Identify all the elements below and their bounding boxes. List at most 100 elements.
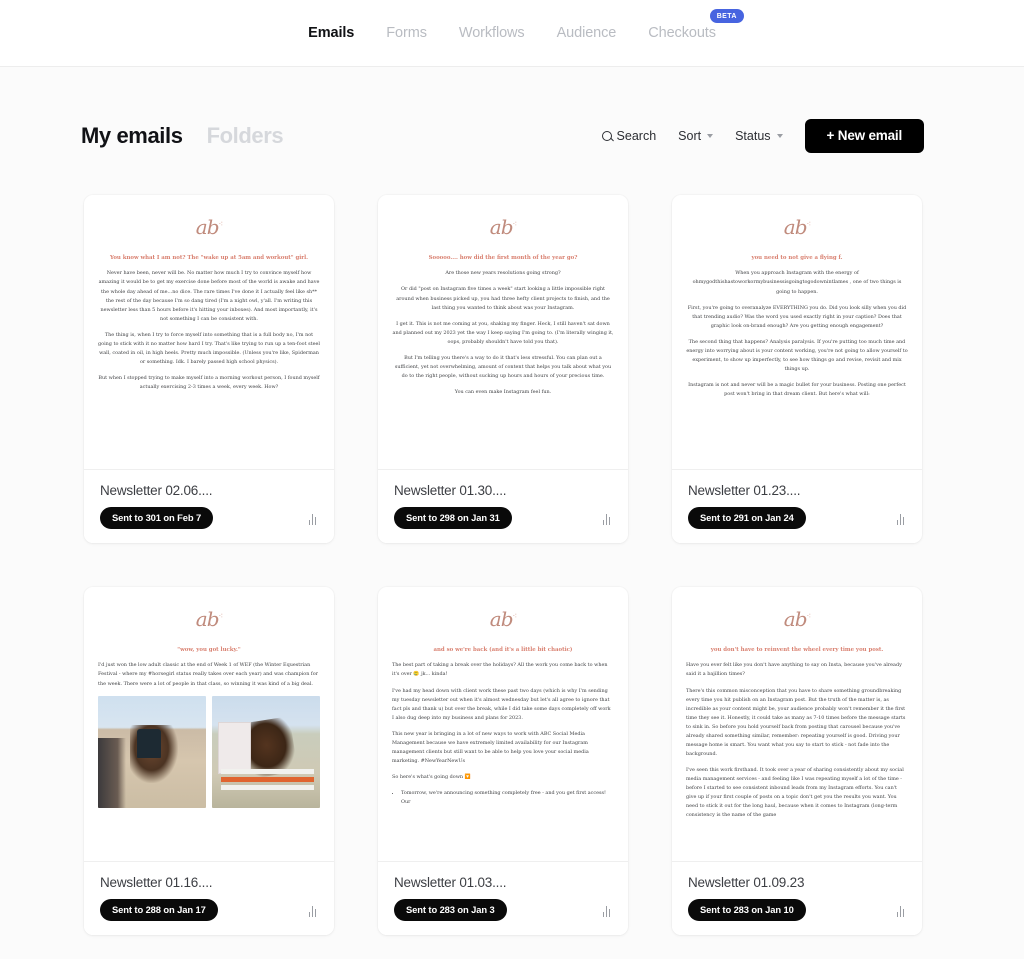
- chevron-down-icon: [707, 134, 714, 138]
- email-card-footer: Newsletter 01.16.... Sent to 288 on Jan …: [84, 861, 334, 935]
- email-card[interactable]: ab⁖ and so we're back (and it's a little…: [378, 587, 628, 935]
- preview-paragraph: Instagram is not and never will be a mag…: [688, 382, 906, 398]
- preview-paragraph: The thing is, when I try to force myself…: [98, 331, 320, 365]
- preview-paragraph: But I'm telling you there's a way to do …: [394, 354, 612, 379]
- nav-item-audience[interactable]: Audience: [557, 25, 617, 41]
- sort-label: Sort: [678, 129, 702, 143]
- logo-mark: ab: [783, 215, 808, 239]
- nav-item-checkouts-wrapper: Checkouts BETA: [648, 9, 744, 42]
- status-badge: Sent to 301 on Feb 7: [100, 507, 214, 529]
- email-preview: ab⁖ You know what I am not? The "wake up…: [84, 195, 334, 470]
- page-header: My emails Folders Search Sort Status + N…: [0, 67, 1024, 153]
- logo-sparkle-icon: ⁖: [806, 611, 812, 621]
- logo-sparkle-icon: ⁖: [218, 611, 224, 621]
- email-card-footer: Newsletter 01.23.... Sent to 291 on Jan …: [672, 469, 922, 543]
- analytics-bar-chart-icon[interactable]: [896, 512, 906, 525]
- email-card[interactable]: ab⁖ You know what I am not? The "wake up…: [84, 195, 334, 543]
- preview-photo-row: [98, 695, 320, 808]
- beta-badge: BETA: [709, 9, 744, 23]
- email-title: Newsletter 02.06....: [100, 483, 213, 499]
- top-navigation-bar: Emails Forms Workflows Audience Checkout…: [0, 0, 1024, 67]
- nav-item-checkouts[interactable]: Checkouts: [648, 25, 716, 41]
- preview-paragraph-highlight: You can even make Instagram feel fun.: [454, 389, 552, 395]
- analytics-bar-chart-icon[interactable]: [308, 512, 318, 525]
- brand-logo: ab⁖: [392, 217, 614, 237]
- page-title: My emails: [81, 123, 183, 148]
- nav-item-forms[interactable]: Forms: [386, 25, 427, 41]
- preview-paragraph: First, you're going to overanalyze EVERY…: [687, 304, 907, 329]
- email-footer-row: Sent to 291 on Jan 24: [688, 507, 906, 529]
- sort-dropdown[interactable]: Sort: [678, 129, 714, 143]
- brand-logo: ab⁖: [392, 609, 614, 629]
- analytics-bar-chart-icon[interactable]: [602, 512, 612, 525]
- search-button[interactable]: Search: [601, 129, 657, 143]
- status-badge: Sent to 283 on Jan 3: [394, 899, 507, 921]
- logo-sparkle-icon: ⁖: [218, 219, 224, 229]
- email-title: Newsletter 01.03....: [394, 875, 507, 891]
- email-card-footer: Newsletter 02.06.... Sent to 301 on Feb …: [84, 469, 334, 543]
- analytics-bar-chart-icon[interactable]: [896, 904, 906, 917]
- nav-items: Emails Forms Workflows Audience Checkout…: [308, 9, 744, 42]
- preview-paragraph: Never have been, never will be. No matte…: [98, 270, 320, 322]
- preview-heading: Sooooo.... how did the first month of th…: [428, 255, 578, 261]
- nav-item-workflows[interactable]: Workflows: [459, 25, 525, 41]
- logo-mark: ab: [783, 607, 808, 631]
- preview-paragraph: The best part of taking a break over the…: [392, 662, 608, 678]
- logo-sparkle-icon: ⁖: [512, 219, 518, 229]
- preview-heading: You know what I am not? The "wake up at …: [109, 255, 309, 261]
- search-label: Search: [616, 129, 657, 143]
- email-preview: ab⁖ "wow, you got lucky." I'd just won t…: [84, 587, 334, 862]
- preview-paragraph: This new year is bringing in a lot of ne…: [392, 730, 589, 764]
- chevron-down-icon: [776, 134, 783, 138]
- crowd-shape: [98, 738, 127, 808]
- email-card-footer: Newsletter 01.30.... Sent to 298 on Jan …: [378, 469, 628, 543]
- brand-logo: ab⁖: [686, 609, 908, 629]
- preview-heading: and so we're back (and it's a little bit…: [433, 647, 573, 653]
- logo-mark: ab: [489, 607, 514, 631]
- email-preview: ab⁖ you need to not give a flying f. Whe…: [672, 195, 922, 470]
- email-card-grid: ab⁖ You know what I am not? The "wake up…: [0, 153, 1024, 935]
- logo-sparkle-icon: ⁖: [512, 611, 518, 621]
- preview-paragraph: The second thing that happens? Analysis …: [686, 338, 908, 372]
- email-card[interactable]: ab⁖ you need to not give a flying f. Whe…: [672, 195, 922, 543]
- preview-paragraph: Or did "post on Instagram five times a w…: [396, 286, 610, 311]
- preview-paragraph: So here's what's going down 🔽: [392, 774, 471, 780]
- nav-item-emails[interactable]: Emails: [308, 25, 354, 41]
- logo-sparkle-icon: ⁖: [806, 219, 812, 229]
- status-badge: Sent to 291 on Jan 24: [688, 507, 806, 529]
- analytics-bar-chart-icon[interactable]: [308, 904, 318, 917]
- tab-folders[interactable]: Folders: [207, 123, 284, 149]
- preview-paragraph: Have you ever felt like you don't have a…: [686, 662, 902, 678]
- email-card[interactable]: ab⁖ "wow, you got lucky." I'd just won t…: [84, 587, 334, 935]
- status-dropdown[interactable]: Status: [735, 129, 783, 143]
- preview-paragraph: But when I stopped trying to make myself…: [98, 375, 320, 391]
- email-title: Newsletter 01.09.23: [688, 875, 805, 891]
- preview-paragraph: I've seen this work firsthand. It took o…: [686, 767, 904, 819]
- email-card[interactable]: ab⁖ Sooooo.... how did the first month o…: [378, 195, 628, 543]
- email-title: Newsletter 01.23....: [688, 483, 801, 499]
- email-card[interactable]: ab⁖ you don't have to reinvent the wheel…: [672, 587, 922, 935]
- logo-mark: ab: [195, 215, 220, 239]
- analytics-bar-chart-icon[interactable]: [602, 904, 612, 917]
- email-footer-row: Sent to 283 on Jan 10: [688, 899, 906, 921]
- email-footer-row: Sent to 298 on Jan 31: [394, 507, 612, 529]
- preview-paragraph: There's this common misconception that y…: [686, 687, 906, 757]
- email-card-footer: Newsletter 01.03.... Sent to 283 on Jan …: [378, 861, 628, 935]
- email-footer-row: Sent to 283 on Jan 3: [394, 899, 612, 921]
- page-body: My emails Folders Search Sort Status + N…: [0, 67, 1024, 959]
- preview-paragraph: When you approach Instagram with the ene…: [692, 270, 902, 295]
- preview-list: Tomorrow, we're announcing something com…: [401, 789, 614, 807]
- preview-heading: you need to not give a flying f.: [751, 255, 843, 261]
- page-header-right: Search Sort Status + New email: [601, 119, 924, 153]
- logo-mark: ab: [195, 607, 220, 631]
- rider-award-photo: [98, 695, 206, 808]
- preview-paragraph: I've had my head down with client work t…: [392, 687, 611, 721]
- new-email-button[interactable]: + New email: [804, 119, 924, 153]
- brand-logo: ab⁖: [98, 217, 320, 237]
- brand-logo: ab⁖: [686, 217, 908, 237]
- email-title: Newsletter 01.16....: [100, 875, 213, 891]
- email-preview: ab⁖ and so we're back (and it's a little…: [378, 587, 628, 862]
- email-preview: ab⁖ Sooooo.... how did the first month o…: [378, 195, 628, 470]
- preview-heading: "wow, you got lucky.": [177, 647, 241, 653]
- building-shape: [218, 722, 251, 774]
